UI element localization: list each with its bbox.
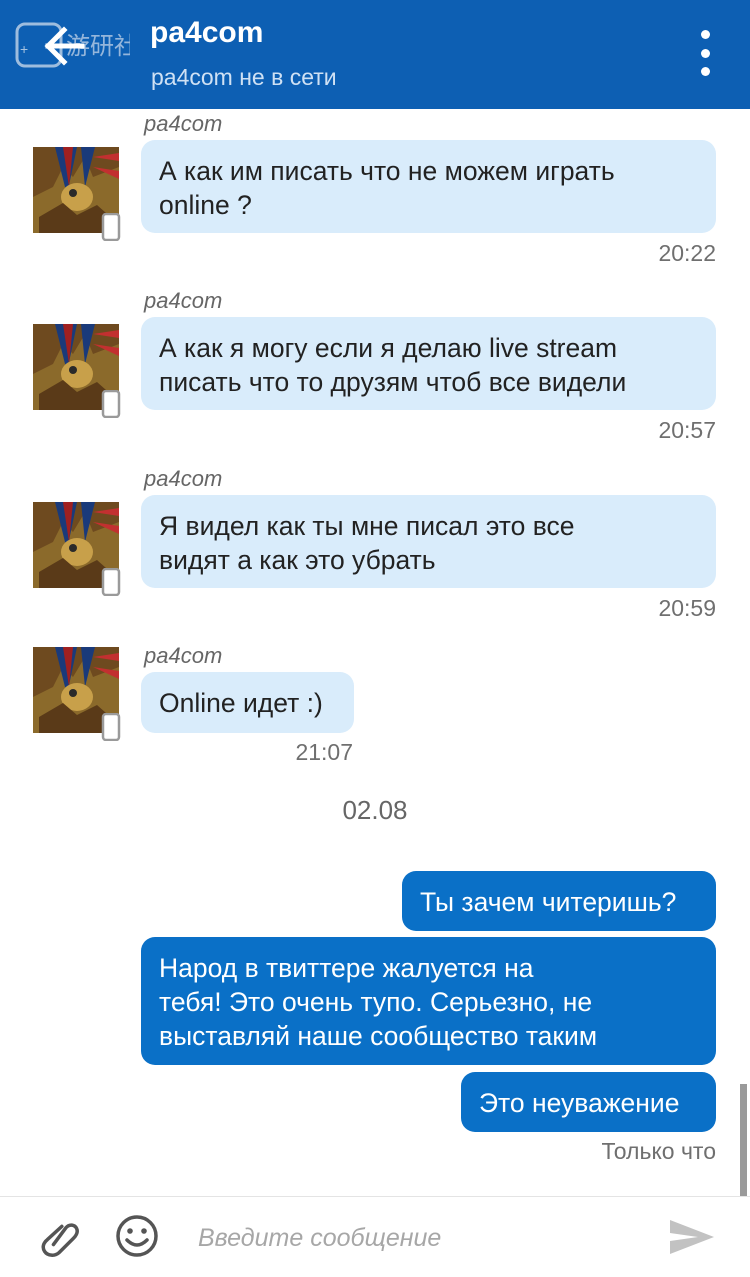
message-text-line: online ? xyxy=(159,190,252,220)
message-text-line: Народ в твиттере жалуется на xyxy=(159,953,534,983)
message-bubble[interactable]: Online идет :) xyxy=(141,672,354,733)
message-text-line: А как я могу если я делаю live stream xyxy=(159,333,618,363)
message-time: 20:59 xyxy=(658,595,716,621)
message-input[interactable] xyxy=(196,1217,650,1259)
message-bubble[interactable]: А как им писать что не можем играть onli… xyxy=(141,140,716,233)
chat-status: pa4com не в сети xyxy=(151,64,337,90)
message-bubble-outgoing[interactable]: Народ в твиттере жалуется на тебя! Это о… xyxy=(141,937,716,1065)
message-bubble[interactable]: А как я могу если я делаю live stream пи… xyxy=(141,317,716,410)
paperclip-icon[interactable] xyxy=(38,1217,82,1257)
message-text-line: видят а как это убрать xyxy=(159,545,436,575)
mobile-icon xyxy=(101,213,121,241)
message-time: Только что xyxy=(601,1138,717,1164)
message-text-line: выставляй наше сообщество таким xyxy=(159,1021,598,1051)
message-bubble-outgoing[interactable]: Ты зачем читеришь? xyxy=(402,871,716,931)
message-time: 20:57 xyxy=(658,417,716,443)
send-icon[interactable] xyxy=(668,1217,716,1257)
scrollbar[interactable] xyxy=(740,1084,747,1196)
chat-messages[interactable]: pa4com А как им писать что не можем игра… xyxy=(0,109,750,1194)
message-text-line: Online идет :) xyxy=(159,688,323,718)
date-separator: 02.08 xyxy=(342,795,408,825)
chat-title: pa4com xyxy=(150,16,264,49)
message-bubble[interactable]: Я видел как ты мне писал это все видят а… xyxy=(141,495,716,588)
more-vertical-icon[interactable] xyxy=(690,30,720,76)
smiley-icon[interactable] xyxy=(115,1214,159,1258)
sender-name: pa4com xyxy=(144,466,223,491)
chat-header: + 游研社 pa4com pa4com не в сети xyxy=(0,0,750,109)
back-button[interactable]: + 游研社 xyxy=(14,16,130,76)
mobile-icon xyxy=(101,390,121,418)
message-text-line: Я видел как ты мне писал это все xyxy=(159,511,575,541)
sender-name: pa4com xyxy=(144,111,223,136)
sender-name: pa4com xyxy=(144,643,223,668)
message-composer xyxy=(0,1196,750,1277)
message-text-line: Это неуважение xyxy=(479,1088,680,1118)
message-text-line: писать что то друзям чтоб все видели xyxy=(159,367,627,397)
message-text-line: Ты зачем читеришь? xyxy=(420,887,677,917)
message-text-line: тебя! Это очень тупо. Серьезно, не xyxy=(159,987,593,1017)
message-bubble-outgoing[interactable]: Это неуважение xyxy=(461,1072,716,1132)
mobile-icon xyxy=(101,568,121,596)
mobile-icon xyxy=(101,713,121,741)
arrow-left-icon xyxy=(44,26,85,66)
message-time: 21:07 xyxy=(295,739,353,765)
sender-name: pa4com xyxy=(144,288,223,313)
message-time: 20:22 xyxy=(658,240,716,266)
message-text-line: А как им писать что не можем играть xyxy=(159,156,615,186)
svg-text:+: + xyxy=(20,41,28,57)
